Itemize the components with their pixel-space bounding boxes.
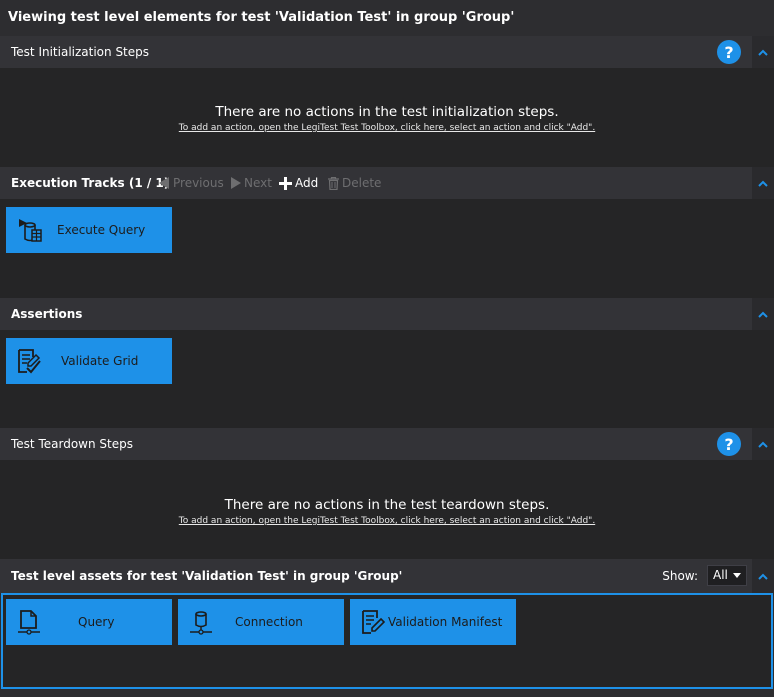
assets-label: Test level assets for test 'Validation T… — [11, 569, 403, 583]
previous-label: Previous — [173, 176, 224, 190]
query-asset-tile[interactable]: Query — [6, 599, 172, 645]
init-steps-header: Test Initialization Steps ? — [0, 36, 774, 68]
connection-icon — [190, 611, 212, 635]
show-filter-value: All — [713, 568, 728, 582]
init-empty-message: There are no actions in the test initial… — [215, 104, 559, 120]
assets-header: Test level assets for test 'Validation T… — [0, 559, 774, 593]
execution-tracks-label: Execution Tracks (1 / 1) — [11, 176, 170, 190]
previous-button[interactable]: Previous — [159, 176, 224, 190]
tracks-collapse-button[interactable] — [752, 167, 774, 199]
next-label: Next — [244, 176, 272, 190]
teardown-steps-header: Test Teardown Steps ? — [0, 428, 774, 460]
chevron-up-icon — [758, 311, 768, 318]
teardown-help-button[interactable]: ? — [717, 432, 741, 456]
teardown-empty-message: There are no actions in the test teardow… — [224, 497, 550, 513]
next-button[interactable]: Next — [230, 176, 272, 190]
teardown-collapse-button[interactable] — [752, 428, 774, 460]
execute-query-tile[interactable]: Execute Query — [6, 207, 172, 253]
init-collapse-button[interactable] — [752, 36, 774, 68]
init-add-hint-link[interactable]: To add an action, open the LegiTest Test… — [0, 123, 774, 133]
validate-grid-icon — [18, 349, 41, 374]
delete-button[interactable]: Delete — [328, 176, 381, 190]
execute-query-icon — [19, 219, 42, 242]
add-button[interactable]: Add — [279, 176, 318, 190]
init-help-button[interactable]: ? — [717, 40, 741, 64]
init-steps-body[interactable]: There are no actions in the test initial… — [0, 68, 774, 167]
show-filter-label: Show: — [662, 569, 698, 583]
validate-grid-tile[interactable]: Validate Grid — [6, 338, 172, 384]
tile-label: Query — [78, 615, 115, 629]
teardown-steps-label: Test Teardown Steps — [11, 437, 133, 451]
show-filter-select[interactable]: All — [707, 565, 747, 586]
assertions-collapse-button[interactable] — [752, 298, 774, 330]
add-label: Add — [295, 176, 319, 190]
tile-label: Execute Query — [57, 223, 146, 237]
page-title: Viewing test level elements for test 'Va… — [0, 0, 774, 36]
validation-manifest-asset-tile[interactable]: Validation Manifest — [350, 599, 516, 645]
chevron-up-icon — [758, 441, 768, 448]
assertions-label: Assertions — [11, 307, 83, 321]
arrow-left-icon — [159, 177, 169, 189]
chevron-up-icon — [758, 573, 768, 580]
execution-tracks-header: Execution Tracks (1 / 1) Previous Next A… — [0, 167, 774, 199]
query-icon — [18, 610, 40, 635]
validation-manifest-icon — [362, 610, 386, 634]
init-steps-label: Test Initialization Steps — [11, 45, 150, 59]
delete-label: Delete — [342, 176, 382, 190]
trash-icon — [328, 176, 339, 190]
assets-collapse-button[interactable] — [752, 559, 774, 593]
tile-label: Connection — [235, 615, 303, 629]
teardown-steps-body[interactable]: There are no actions in the test teardow… — [0, 460, 774, 559]
tile-label: Validate Grid — [61, 354, 139, 368]
chevron-up-icon — [758, 180, 768, 187]
connection-asset-tile[interactable]: Connection — [178, 599, 344, 645]
chevron-up-icon — [758, 49, 768, 56]
chevron-down-icon — [733, 573, 741, 578]
assertions-header: Assertions — [0, 298, 774, 330]
tile-label: Validation Manifest — [388, 615, 503, 629]
arrow-right-icon — [231, 177, 241, 189]
plus-icon — [279, 176, 292, 190]
teardown-add-hint-link[interactable]: To add an action, open the LegiTest Test… — [0, 516, 774, 526]
